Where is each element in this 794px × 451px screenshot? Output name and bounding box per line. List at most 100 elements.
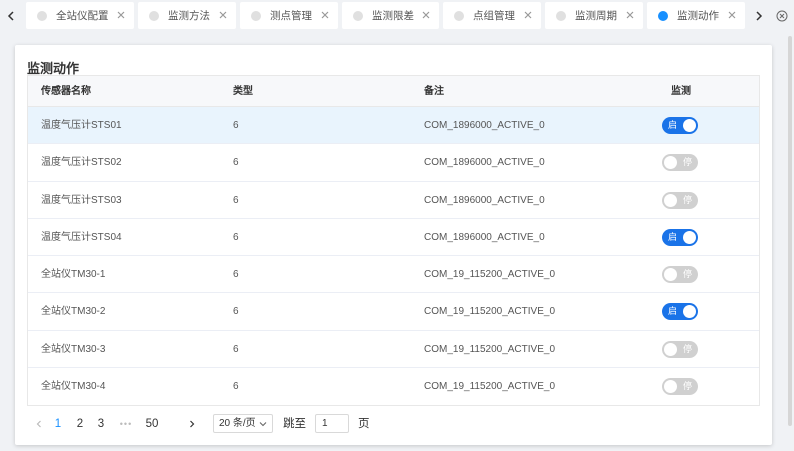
chevron-left-icon xyxy=(7,10,14,21)
table-row[interactable]: 温度气压计STS02 6 COM_1896000_ACTIVE_0 停 xyxy=(28,144,759,182)
monitor-toggle[interactable]: 停 xyxy=(662,378,698,396)
cell-sensor-name: 全站仪TM30-1 xyxy=(41,269,106,281)
monitor-toggle[interactable]: 停 xyxy=(662,266,698,284)
close-icon[interactable] xyxy=(116,10,126,20)
cell-sensor-name: 全站仪TM30-2 xyxy=(41,306,106,318)
tabs-next-button[interactable] xyxy=(748,0,770,31)
table-row[interactable]: 温度气压计STS04 6 COM_1896000_ACTIVE_0 启 xyxy=(28,219,759,257)
table-row[interactable]: 温度气压计STS03 6 COM_1896000_ACTIVE_0 停 xyxy=(28,182,759,219)
content-card: 监测动作 传感器名称 类型 备注 监测 温度气压计STS01 6 COM_189… xyxy=(15,45,772,445)
tab-status-dot xyxy=(37,10,47,21)
tab-monitor-method[interactable]: 监测方法 xyxy=(138,2,236,29)
tab-label: 监测周期 xyxy=(575,10,617,22)
close-icon[interactable] xyxy=(218,10,228,20)
tabs-prev-button[interactable] xyxy=(0,0,22,31)
page-size-select[interactable]: 20 条/页 xyxy=(213,414,273,433)
cell-note: COM_19_115200_ACTIVE_0 xyxy=(424,269,556,281)
tab-monitor-action[interactable]: 监测动作 xyxy=(647,2,745,29)
scrollbar-thumb[interactable] xyxy=(788,36,792,426)
cell-type: 6 xyxy=(233,157,239,169)
cell-type: 6 xyxy=(233,269,239,281)
monitor-toggle[interactable]: 启 xyxy=(662,228,698,246)
table-row[interactable]: 全站仪TM30-4 6 COM_19_115200_ACTIVE_0 停 xyxy=(28,368,759,405)
monitor-toggle[interactable]: 停 xyxy=(662,154,698,172)
close-icon[interactable] xyxy=(523,10,533,20)
cell-note: COM_1896000_ACTIVE_0 xyxy=(424,120,545,131)
toggle-knob xyxy=(683,230,696,244)
tab-label: 点组管理 xyxy=(473,10,515,22)
tab-point-management[interactable]: 测点管理 xyxy=(240,2,338,29)
chevron-down-icon xyxy=(259,422,267,427)
header-sensor-name: 传感器名称 xyxy=(41,86,91,97)
toggle-knob xyxy=(664,380,677,394)
close-icon[interactable] xyxy=(320,10,330,20)
cell-sensor-name: 温度气压计STS03 xyxy=(41,194,122,206)
tab-status-dot xyxy=(353,10,363,21)
cell-type: 6 xyxy=(233,194,239,206)
page-prev-button[interactable] xyxy=(33,413,45,435)
tab-station-config[interactable]: 全站仪配置 xyxy=(26,2,134,29)
monitor-toggle[interactable]: 停 xyxy=(662,340,698,358)
tab-bar: 全站仪配置 监测方法 测点管理 监测限差 点组管理 监测周期 监测动作 xyxy=(0,0,794,31)
cell-sensor-name: 温度气压计STS02 xyxy=(41,157,122,169)
cell-type: 6 xyxy=(233,306,239,318)
cell-sensor-name: 全站仪TM30-4 xyxy=(41,381,106,393)
close-circle-icon xyxy=(776,10,788,21)
tab-label: 测点管理 xyxy=(270,10,312,22)
table-row[interactable]: 全站仪TM30-3 6 COM_19_115200_ACTIVE_0 停 xyxy=(28,331,759,369)
cell-note: COM_19_115200_ACTIVE_0 xyxy=(424,343,556,355)
cell-note: COM_1896000_ACTIVE_0 xyxy=(424,231,545,243)
cell-type: 6 xyxy=(233,231,239,243)
jump-page-input[interactable] xyxy=(315,414,349,433)
cell-type: 6 xyxy=(233,120,239,131)
cell-sensor-name: 温度气压计STS04 xyxy=(41,231,122,243)
page-3[interactable]: 3 xyxy=(94,413,108,435)
close-all-tabs-button[interactable] xyxy=(771,0,793,31)
toggle-knob xyxy=(683,119,696,132)
tab-point-group[interactable]: 点组管理 xyxy=(443,2,541,29)
close-icon[interactable] xyxy=(625,10,635,20)
cell-note: COM_19_115200_ACTIVE_0 xyxy=(424,306,556,318)
toggle-label: 停 xyxy=(682,194,692,205)
table-row[interactable]: 全站仪TM30-1 6 COM_19_115200_ACTIVE_0 停 xyxy=(28,256,759,294)
toggle-knob xyxy=(664,156,677,170)
cell-type: 6 xyxy=(233,343,239,355)
page-2[interactable]: 2 xyxy=(73,413,87,435)
page-1[interactable]: 1 xyxy=(51,413,65,435)
toggle-label: 停 xyxy=(682,157,692,168)
tab-label: 监测限差 xyxy=(372,10,414,22)
close-icon[interactable] xyxy=(421,10,431,20)
tab-status-dot xyxy=(251,10,261,21)
tab-label: 监测方法 xyxy=(168,10,210,22)
monitor-toggle[interactable]: 启 xyxy=(662,117,698,134)
page-last[interactable]: 50 xyxy=(142,413,162,435)
tab-label: 全站仪配置 xyxy=(56,10,109,22)
pagination: 1 2 3 ••• 50 20 条/页 跳至 页 xyxy=(33,413,633,435)
header-type: 类型 xyxy=(233,86,253,97)
monitor-toggle[interactable]: 停 xyxy=(662,191,698,209)
toggle-label: 启 xyxy=(668,306,678,317)
page-size-value: 20 条/页 xyxy=(219,418,256,429)
header-monitor: 监测 xyxy=(671,86,691,97)
tab-status-dot xyxy=(658,10,668,21)
tab-monitor-tolerance[interactable]: 监测限差 xyxy=(342,2,439,29)
tab-status-dot xyxy=(149,10,159,21)
toggle-label: 启 xyxy=(668,120,678,130)
tab-monitor-period[interactable]: 监测周期 xyxy=(545,2,643,29)
toggle-label: 停 xyxy=(682,381,692,392)
page-next-button[interactable] xyxy=(186,413,198,435)
table-row[interactable]: 全站仪TM30-2 6 COM_19_115200_ACTIVE_0 启 xyxy=(28,293,759,331)
cell-note: COM_1896000_ACTIVE_0 xyxy=(424,194,545,206)
cell-sensor-name: 全站仪TM30-3 xyxy=(41,343,106,355)
toggle-knob xyxy=(683,305,696,319)
cell-type: 6 xyxy=(233,381,239,393)
table-row[interactable]: 温度气压计STS01 6 COM_1896000_ACTIVE_0 启 xyxy=(28,107,759,145)
table-header: 传感器名称 类型 备注 监测 xyxy=(28,76,759,107)
close-icon[interactable] xyxy=(727,10,737,20)
tab-label: 监测动作 xyxy=(677,10,719,22)
monitor-toggle[interactable]: 启 xyxy=(662,303,698,321)
toggle-label: 停 xyxy=(682,343,692,354)
page-ellipsis[interactable]: ••• xyxy=(115,413,137,435)
header-note: 备注 xyxy=(424,86,444,97)
chevron-right-icon xyxy=(756,10,763,21)
